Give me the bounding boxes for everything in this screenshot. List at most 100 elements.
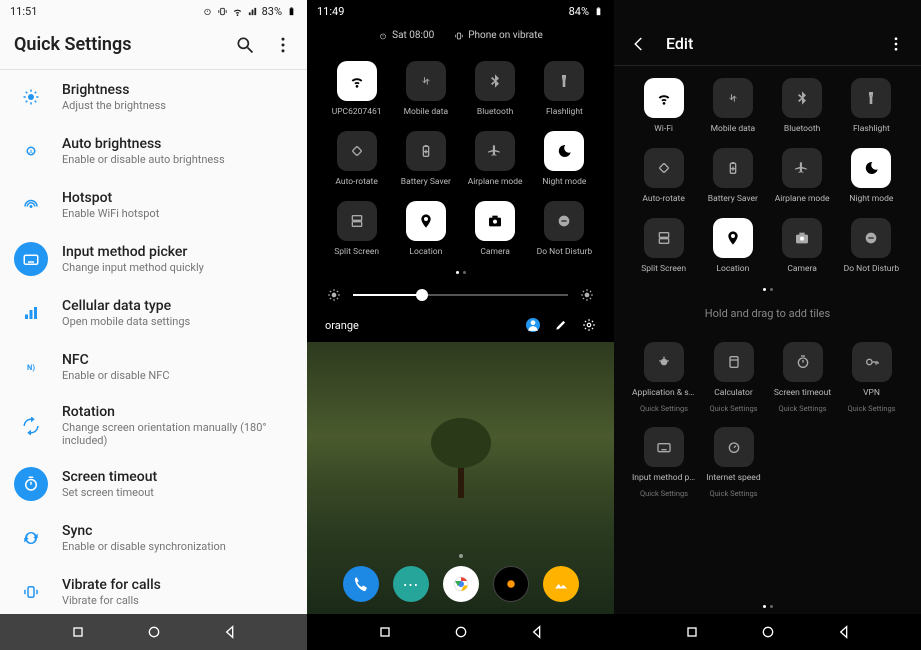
tile-mobiledata[interactable]: Mobile data [394, 61, 457, 117]
chrome-app[interactable] [443, 566, 479, 602]
tile-keyboard[interactable]: Input method pic…Quick Settings [632, 427, 696, 498]
home-page-indicator [459, 554, 463, 558]
tile-calc[interactable]: CalculatorQuick Settings [702, 342, 765, 413]
camera-icon [475, 201, 515, 241]
navigation-bar [307, 614, 614, 650]
alarm-time: Sat 08:00 [392, 30, 434, 41]
settings-icon[interactable] [582, 318, 596, 332]
setting-title: Hotspot [62, 190, 159, 206]
setting-vibrate[interactable]: Vibrate for callsVibrate for calls [0, 565, 307, 614]
splitscreen-icon [337, 201, 377, 241]
more-icon[interactable] [887, 35, 905, 53]
tile-dnd[interactable]: Do Not Disturb [840, 218, 903, 274]
home-button[interactable] [146, 624, 162, 640]
tile-bluetooth[interactable]: Bluetooth [464, 61, 527, 117]
tile-flashlight[interactable]: Flashlight [533, 61, 596, 117]
setting-sync[interactable]: SyncEnable or disable synchronization [0, 511, 307, 565]
tile-location[interactable]: Location [701, 218, 764, 274]
more-icon[interactable] [273, 35, 293, 55]
home-button[interactable] [760, 624, 776, 640]
edit-icon[interactable] [554, 318, 568, 332]
tile-bug[interactable]: Application & sh…Quick Settings [632, 342, 696, 413]
tile-dnd[interactable]: Do Not Disturb [533, 201, 596, 257]
page-indicator [614, 282, 921, 297]
back-button[interactable] [222, 624, 238, 640]
vibrate-icon [14, 575, 48, 609]
tile-batterysaver[interactable]: Battery Saver [701, 148, 764, 204]
keyboard-icon [14, 242, 48, 276]
camera-app[interactable] [493, 566, 529, 602]
tile-wifi[interactable]: UPC6207461 [325, 61, 388, 117]
tile-airplane[interactable]: Airplane mode [464, 131, 527, 187]
setting-auto-brightness[interactable]: Auto brightnessEnable or disable auto br… [0, 124, 307, 178]
battery-icon [593, 6, 604, 17]
timeout-icon [14, 467, 48, 501]
tile-label: Wi-Fi [654, 124, 673, 134]
header: Quick Settings [0, 22, 307, 70]
user-icon[interactable] [526, 318, 540, 332]
recents-button[interactable] [70, 624, 86, 640]
phone-app[interactable] [343, 566, 379, 602]
tile-speed[interactable]: Internet speedQuick Settings [702, 427, 765, 498]
vibrate-icon [454, 31, 464, 41]
messages-app[interactable]: ⋯ [393, 566, 429, 602]
tile-label: Camera [787, 264, 816, 274]
tile-label: Mobile data [404, 107, 449, 117]
back-button[interactable] [836, 624, 852, 640]
splitscreen-icon [644, 218, 684, 258]
setting-rotation[interactable]: RotationChange screen orientation manual… [0, 394, 307, 457]
status-battery: 84% [569, 5, 589, 18]
tile-autorotate[interactable]: Auto-rotate [325, 131, 388, 187]
recents-button[interactable] [377, 624, 393, 640]
tile-label: Application & sh… [632, 388, 696, 398]
tile-bluetooth[interactable]: Bluetooth [771, 78, 834, 134]
gallery-app[interactable] [543, 566, 579, 602]
tile-label: Auto-rotate [335, 177, 377, 187]
tile-vpn[interactable]: VPN Quick Settings [840, 342, 903, 413]
setting-brightness[interactable]: BrightnessAdjust the brightness [0, 70, 307, 124]
setting-subtitle: Enable WiFi hotspot [62, 207, 159, 220]
tile-label: Mobile data [711, 124, 756, 134]
vibrate-icon [217, 6, 228, 17]
tiles-grid: UPC6207461 Mobile data Bluetooth Flashlight… [307, 49, 614, 265]
tile-autorotate[interactable]: Auto-rotate [632, 148, 695, 204]
setting-nfc[interactable]: NFCEnable or disable NFC [0, 340, 307, 394]
flashlight-icon [544, 61, 584, 101]
tile-sublabel: Quick Settings [847, 404, 895, 413]
brightness-slider[interactable] [307, 280, 614, 310]
tile-wifi[interactable]: Wi-Fi [632, 78, 695, 134]
autorotate-icon [644, 148, 684, 188]
tile-airplane[interactable]: Airplane mode [771, 148, 834, 204]
home-button[interactable] [453, 624, 469, 640]
tile-mobiledata[interactable]: Mobile data [701, 78, 764, 134]
setting-keyboard[interactable]: Input method pickerChange input method q… [0, 232, 307, 286]
tile-camera[interactable]: Camera [771, 218, 834, 274]
tile-splitscreen[interactable]: Split Screen [325, 201, 388, 257]
setting-hotspot[interactable]: HotspotEnable WiFi hotspot [0, 178, 307, 232]
back-button[interactable] [529, 624, 545, 640]
tile-nightmode[interactable]: Night mode [840, 148, 903, 204]
tile-label: Calculator [714, 388, 752, 398]
search-icon[interactable] [235, 35, 255, 55]
recents-button[interactable] [684, 624, 700, 640]
tile-label: Bluetooth [477, 107, 513, 117]
bottom-page-indicator [614, 599, 921, 614]
tile-batterysaver[interactable]: Battery Saver [394, 131, 457, 187]
tile-timeout[interactable]: Screen timeoutQuick Settings [771, 342, 834, 413]
back-icon[interactable] [630, 35, 648, 53]
tile-camera[interactable]: Camera [464, 201, 527, 257]
tile-label: VPN [863, 388, 880, 398]
page-indicator [307, 265, 614, 280]
quick-panel-expanded: 11:49 84% Sat 08:00 Phone on vibrate UPC… [307, 0, 614, 650]
tile-splitscreen[interactable]: Split Screen [632, 218, 695, 274]
home-screen: ⋯ [307, 342, 614, 614]
setting-subtitle: Enable or disable NFC [62, 369, 170, 382]
setting-timeout[interactable]: Screen timeoutSet screen timeout [0, 457, 307, 511]
setting-title: Screen timeout [62, 469, 157, 485]
tile-nightmode[interactable]: Night mode [533, 131, 596, 187]
tile-flashlight[interactable]: Flashlight [840, 78, 903, 134]
batterysaver-icon [406, 131, 446, 171]
setting-cellular[interactable]: Cellular data typeOpen mobile data setti… [0, 286, 307, 340]
airplane-icon [475, 131, 515, 171]
tile-location[interactable]: Location [394, 201, 457, 257]
